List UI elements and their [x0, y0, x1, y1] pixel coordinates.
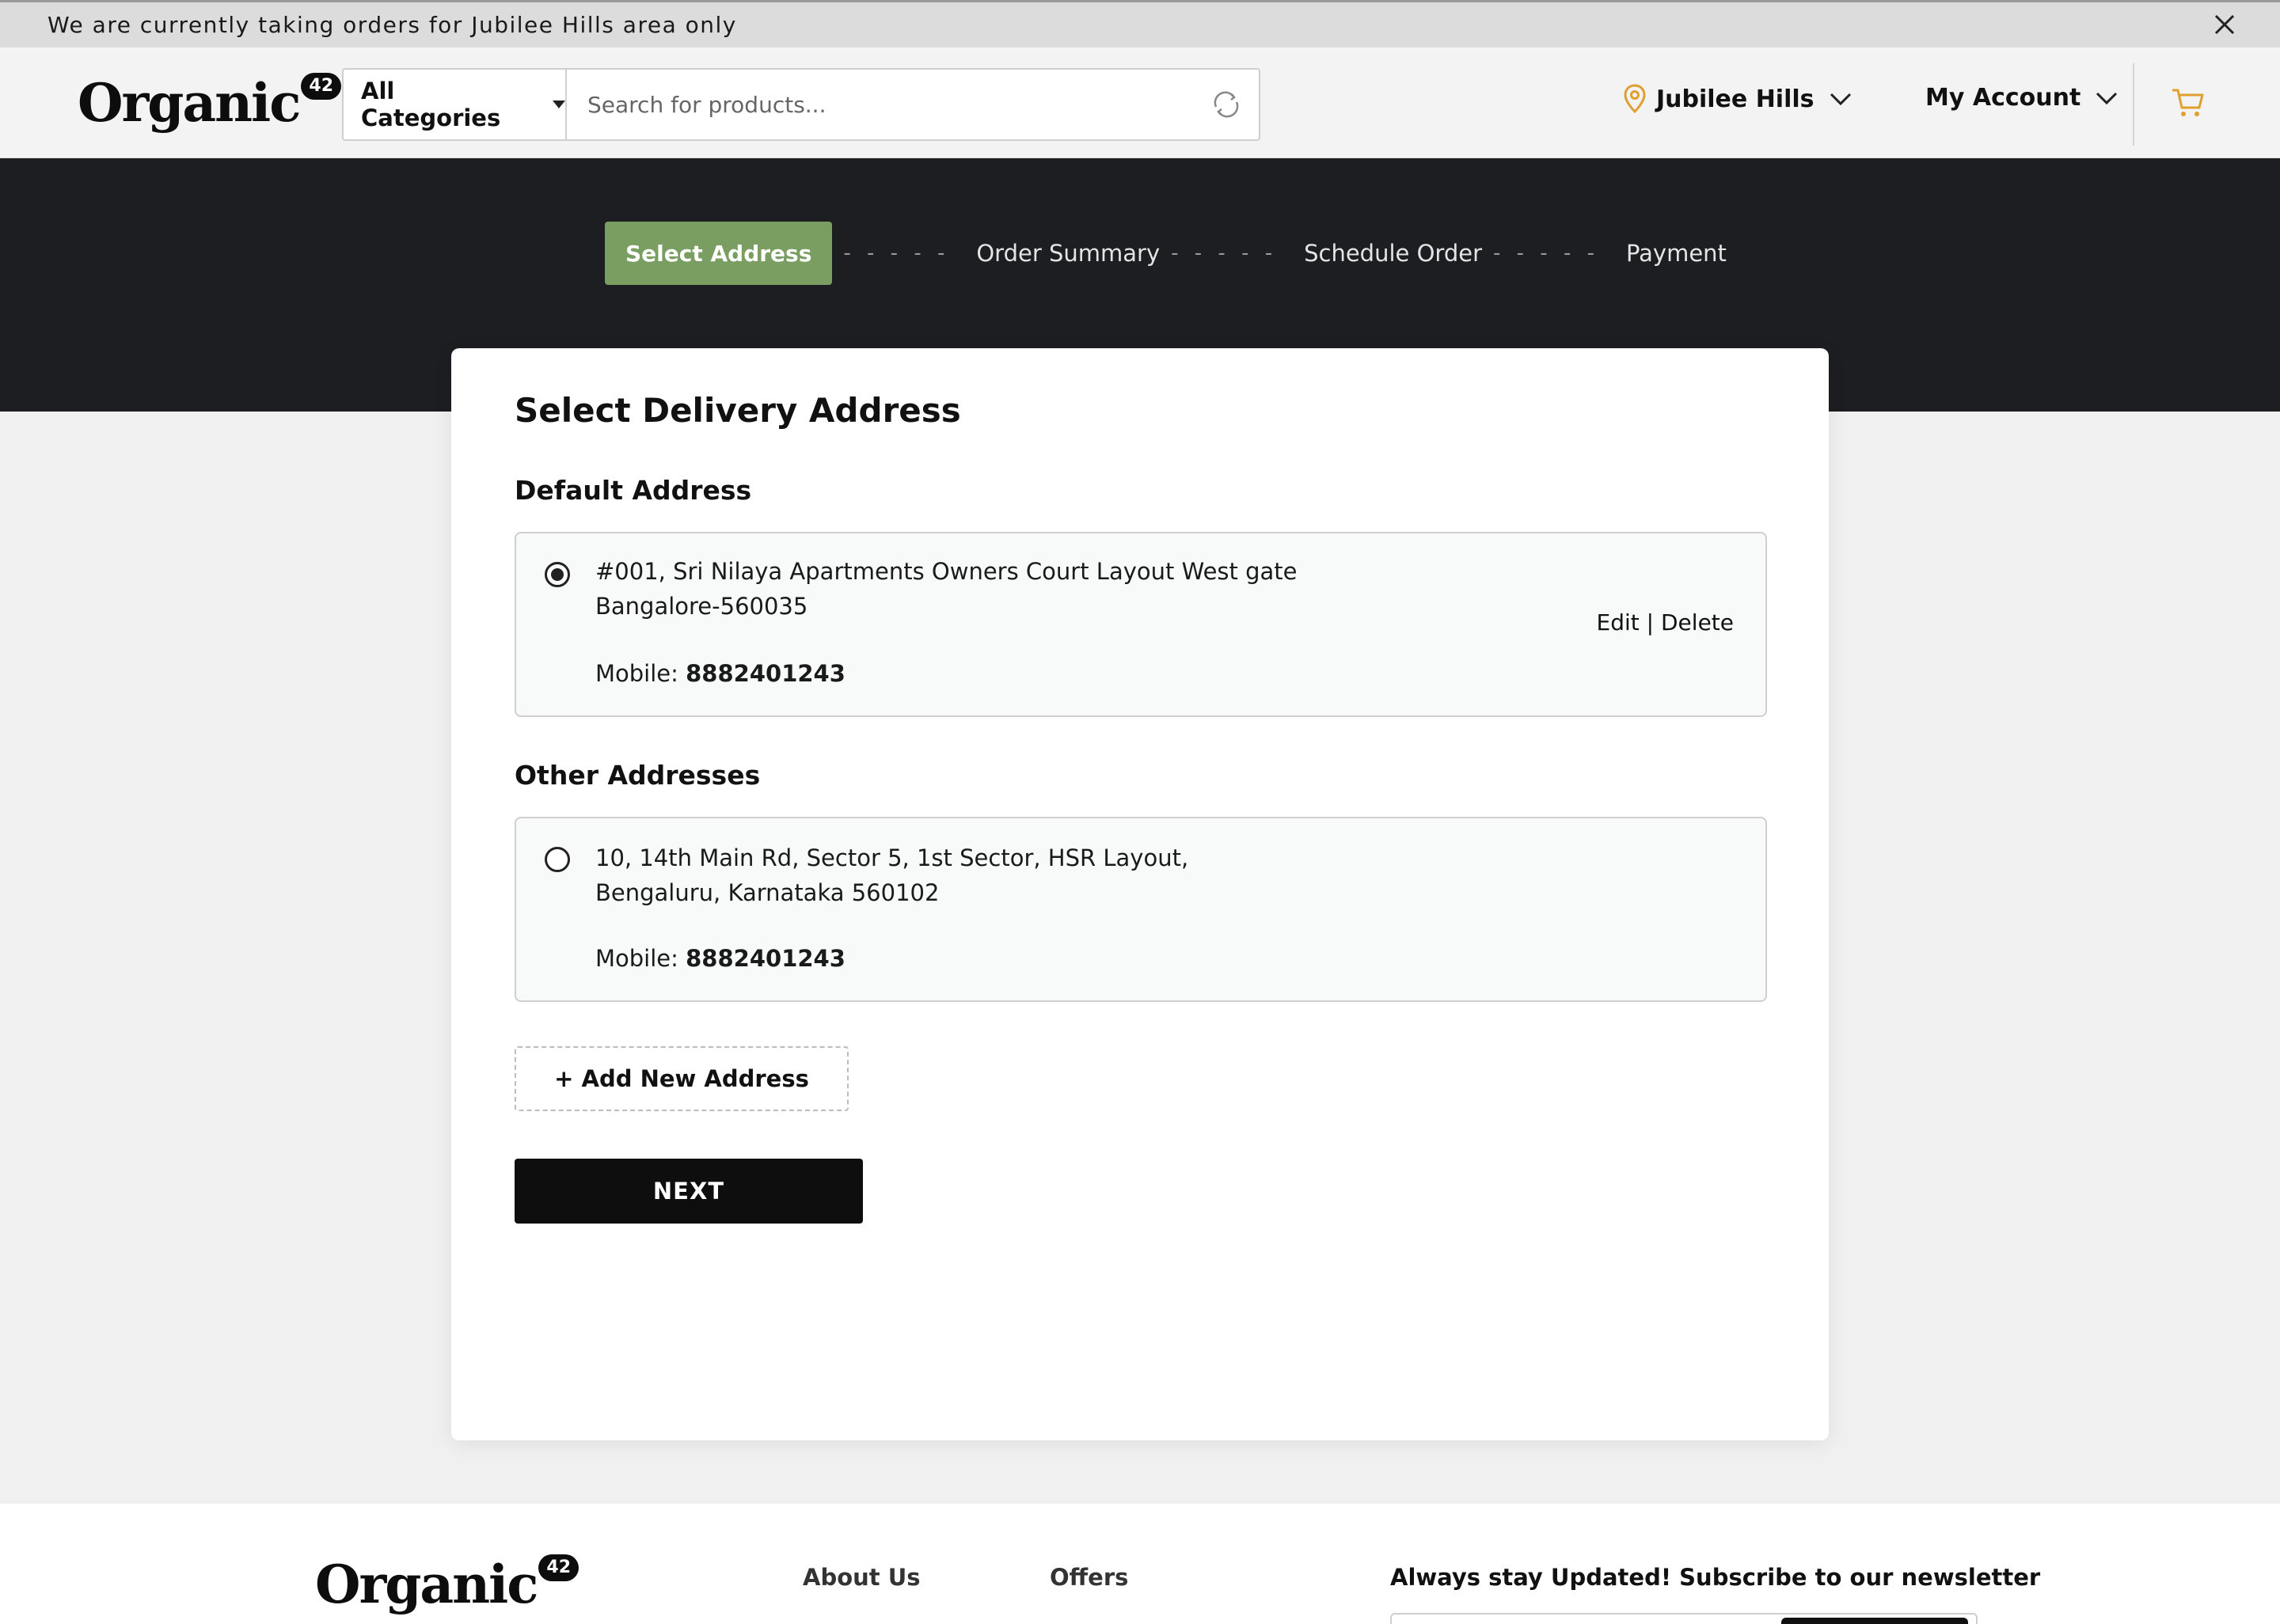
search-input[interactable]: [567, 70, 1210, 139]
step-order-summary[interactable]: Order Summary: [976, 240, 1160, 267]
step-schedule-order[interactable]: Schedule Order: [1304, 240, 1482, 267]
newsletter-subscribe-button[interactable]: [1781, 1618, 1968, 1624]
address-mobile: Mobile: 8882401243: [595, 660, 846, 687]
close-icon[interactable]: [2210, 10, 2239, 39]
address-mobile: Mobile: 8882401243: [595, 945, 846, 972]
search-icon[interactable]: [1210, 88, 1243, 121]
search-bar: All Categories: [342, 68, 1260, 141]
step-select-address[interactable]: Select Address: [605, 222, 833, 285]
caret-down-icon: [553, 101, 565, 108]
chevron-down-icon: [1830, 93, 1851, 106]
action-separator: |: [1646, 609, 1655, 636]
location-selector[interactable]: Jubilee Hills: [1623, 84, 1852, 114]
footer-logo-wordmark: Organic: [315, 1554, 538, 1615]
address-radio[interactable]: [545, 847, 570, 872]
mobile-label: Mobile:: [595, 660, 686, 687]
footer-logo[interactable]: Organic 42: [315, 1553, 580, 1616]
step-payment[interactable]: Payment: [1626, 240, 1727, 267]
address-line-1: #001, Sri Nilaya Apartments Owners Court…: [595, 558, 1298, 585]
account-label: My Account: [1925, 84, 2081, 112]
step-connector: - - - - -: [1171, 241, 1278, 265]
site-footer: Organic 42 About Us Offers Always stay U…: [0, 1504, 2280, 1624]
header-divider: [2133, 63, 2134, 146]
location-pin-icon: [1624, 84, 1646, 114]
category-label: All Categories: [361, 78, 501, 131]
chevron-down-icon: [2096, 92, 2118, 104]
cart-icon[interactable]: [2171, 87, 2206, 119]
footer-link-offers[interactable]: Offers: [1050, 1564, 1128, 1591]
address-actions: Edit | Delete: [1597, 609, 1734, 636]
my-account-menu[interactable]: My Account: [1925, 84, 2118, 112]
address-radio-selected[interactable]: [545, 562, 570, 587]
address-line-2: Bengaluru, Karnataka 560102: [595, 879, 940, 906]
footer-link-about-us[interactable]: About Us: [803, 1564, 921, 1591]
address-card: Select Delivery Address Default Address …: [451, 348, 1829, 1440]
footer-logo-badge: 42: [538, 1554, 580, 1581]
mobile-number: 8882401243: [686, 945, 846, 972]
step-connector: - - - - -: [843, 241, 950, 265]
mobile-number: 8882401243: [686, 660, 846, 687]
other-address-option[interactable]: 10, 14th Main Rd, Sector 5, 1st Sector, …: [515, 817, 1767, 1002]
default-address-option[interactable]: #001, Sri Nilaya Apartments Owners Court…: [515, 532, 1767, 717]
add-new-address-button[interactable]: + Add New Address: [515, 1046, 849, 1111]
site-header: Organic 42 All Categories Jubilee Hills …: [0, 47, 2280, 158]
other-addresses-heading: Other Addresses: [515, 760, 761, 791]
location-label: Jubilee Hills: [1656, 85, 1814, 113]
address-line-1: 10, 14th Main Rd, Sector 5, 1st Sector, …: [595, 844, 1189, 871]
page-title: Select Delivery Address: [515, 391, 961, 430]
address-line-2: Bangalore-560035: [595, 593, 808, 620]
edit-address-link[interactable]: Edit: [1597, 609, 1640, 636]
default-address-heading: Default Address: [515, 475, 752, 506]
notice-text: We are currently taking orders for Jubil…: [48, 12, 737, 38]
logo[interactable]: Organic 42: [78, 71, 342, 135]
mobile-label: Mobile:: [595, 945, 686, 972]
notice-bar: We are currently taking orders for Jubil…: [0, 0, 2280, 47]
delete-address-link[interactable]: Delete: [1661, 609, 1734, 636]
logo-badge: 42: [301, 73, 342, 100]
step-connector: - - - - -: [1493, 241, 1599, 265]
checkout-stepper: Select Address - - - - - Order Summary -…: [605, 222, 1727, 285]
next-button[interactable]: NEXT: [515, 1159, 863, 1224]
newsletter-heading: Always stay Updated! Subscribe to our ne…: [1390, 1564, 2041, 1591]
logo-wordmark: Organic: [78, 72, 301, 134]
category-dropdown[interactable]: All Categories: [344, 70, 567, 139]
